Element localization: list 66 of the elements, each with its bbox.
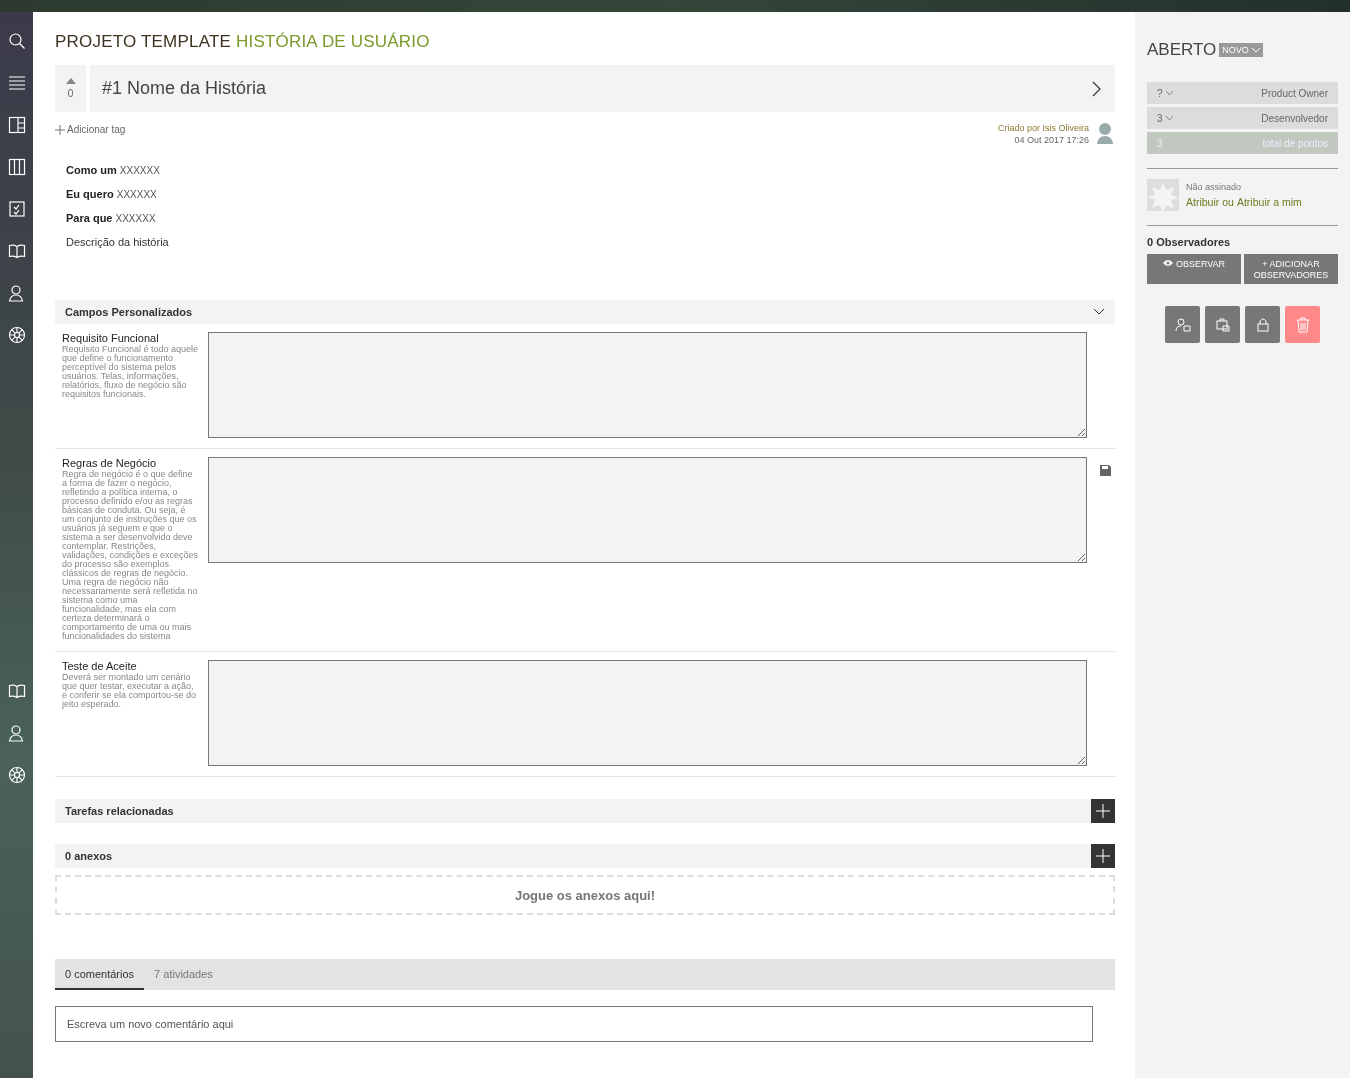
field-textarea[interactable] — [208, 457, 1087, 563]
field-description: Deverá ser montado um cenário que quer testar, executar a ação, e conferir se ela comportou-se do jeito esperado. — [62, 673, 198, 709]
book-icon[interactable] — [7, 242, 26, 260]
plus-icon — [1096, 804, 1110, 818]
description-line: Eu quero XXXXXX — [66, 188, 158, 200]
separator-text: ou — [1222, 196, 1234, 208]
gear-icon[interactable] — [7, 766, 26, 784]
caret-icon — [1165, 90, 1173, 96]
tasks-header: Tarefas relacionadas — [55, 799, 1115, 823]
trash-icon — [1295, 316, 1310, 333]
custom-fields-header[interactable]: Campos Personalizados — [55, 300, 1115, 324]
field-description: Regra de negócio é o que define a forma de fazer o negócio, refletindo a política interna, o processo definido e/ou as regras básicas de conduta. Ou seja, é um conjunto de instruções que os usuários já seguem e que o sistema a ser desenvolvido deve contemplar. Restrições, validações, condições e exceções do processo são exemplos clássicos de regras de negócio. Uma regra de negócio não necessariamente será refletida no sistema como uma funcionalidade, mas ela com certeza determinará o comportamento de uma ou mais funcionalidades do sistema — [62, 470, 200, 641]
add-watchers-button[interactable]: + ADICIONAR OBSERVADORES — [1244, 254, 1338, 284]
columns-icon[interactable] — [7, 158, 26, 176]
caret-icon — [1165, 115, 1173, 121]
tab[interactable]: 7 atividades — [144, 959, 223, 990]
attachments-header: 0 anexos — [55, 844, 1115, 868]
add-tag-link[interactable]: Adicionar tag — [55, 124, 126, 135]
plus-icon — [1096, 849, 1110, 863]
gear-icon[interactable] — [7, 326, 26, 344]
up-arrow-icon — [65, 78, 76, 84]
description-line: Como um XXXXXX — [66, 164, 161, 176]
field-name: Requisito Funcional — [62, 332, 159, 344]
checklist-icon[interactable] — [7, 200, 26, 218]
search-icon[interactable] — [7, 32, 26, 50]
briefcase-icon — [1214, 316, 1231, 333]
field-textarea[interactable] — [208, 660, 1087, 766]
description-line: Para que XXXXXX — [66, 212, 157, 224]
comment-field[interactable]: Escreva um novo comentário aqui — [55, 1006, 1093, 1042]
page-title: PROJETO TEMPLATE HISTÓRIA DE USUÁRIO — [55, 32, 431, 52]
field-description: Requisito Funcional é todo aquele que define o funcionamento perceptível do sistema pelos usuários. Telas, informações, relatórios, fluxo de negócio são requisitos funcionais. — [62, 345, 200, 399]
total-points-row: 3 total de pontos — [1147, 132, 1338, 154]
upvote-button[interactable]: 0 — [55, 65, 86, 112]
story-title: #1 Nome da História — [102, 78, 267, 99]
tab[interactable]: 0 comentários — [55, 959, 145, 990]
field-name: Regras de Negócio — [62, 457, 158, 469]
eye-icon — [1162, 259, 1173, 267]
assign-user-button[interactable] — [1165, 306, 1200, 343]
assign-link[interactable]: Atribuir — [1186, 196, 1220, 208]
caret-icon — [1251, 47, 1260, 53]
created-date: 04 Out 2017 17:26 — [1013, 134, 1089, 146]
role-points-row[interactable]: ? Product Owner — [1147, 82, 1338, 104]
menu-icon[interactable] — [7, 74, 26, 92]
add-attachment-button[interactable] — [1091, 844, 1115, 868]
watch-button[interactable]: OBSERVAR — [1147, 254, 1241, 284]
created-by: Criado por Isis Oliveira — [997, 122, 1089, 134]
role-points-row[interactable]: 3 Desenvolvedor — [1147, 107, 1338, 129]
watchers-count: 0 Observadores — [1147, 236, 1232, 248]
status-dropdown[interactable]: NOVO — [1219, 43, 1263, 57]
assignee-status: Não assinado — [1186, 182, 1243, 192]
user-icon[interactable] — [7, 284, 26, 302]
avatar-icon — [1095, 122, 1115, 144]
add-task-button[interactable] — [1091, 799, 1115, 823]
field-textarea[interactable] — [208, 332, 1087, 438]
status-label: ABERTO — [1147, 40, 1217, 60]
book-icon[interactable] — [7, 682, 26, 700]
field-name: Teste de Aceite — [62, 660, 138, 672]
user-check-icon — [1174, 316, 1191, 333]
user-icon[interactable] — [7, 724, 26, 742]
plus-icon — [55, 124, 65, 135]
layout-icon[interactable] — [7, 116, 26, 134]
lock-icon — [1254, 316, 1271, 333]
story-description: Descrição da história — [66, 236, 170, 248]
attachment-dropzone[interactable]: Jogue os anexos aqui! — [55, 875, 1115, 915]
save-icon[interactable] — [1099, 465, 1111, 476]
assign-to-me-link[interactable]: Atribuir a mim — [1236, 196, 1302, 208]
